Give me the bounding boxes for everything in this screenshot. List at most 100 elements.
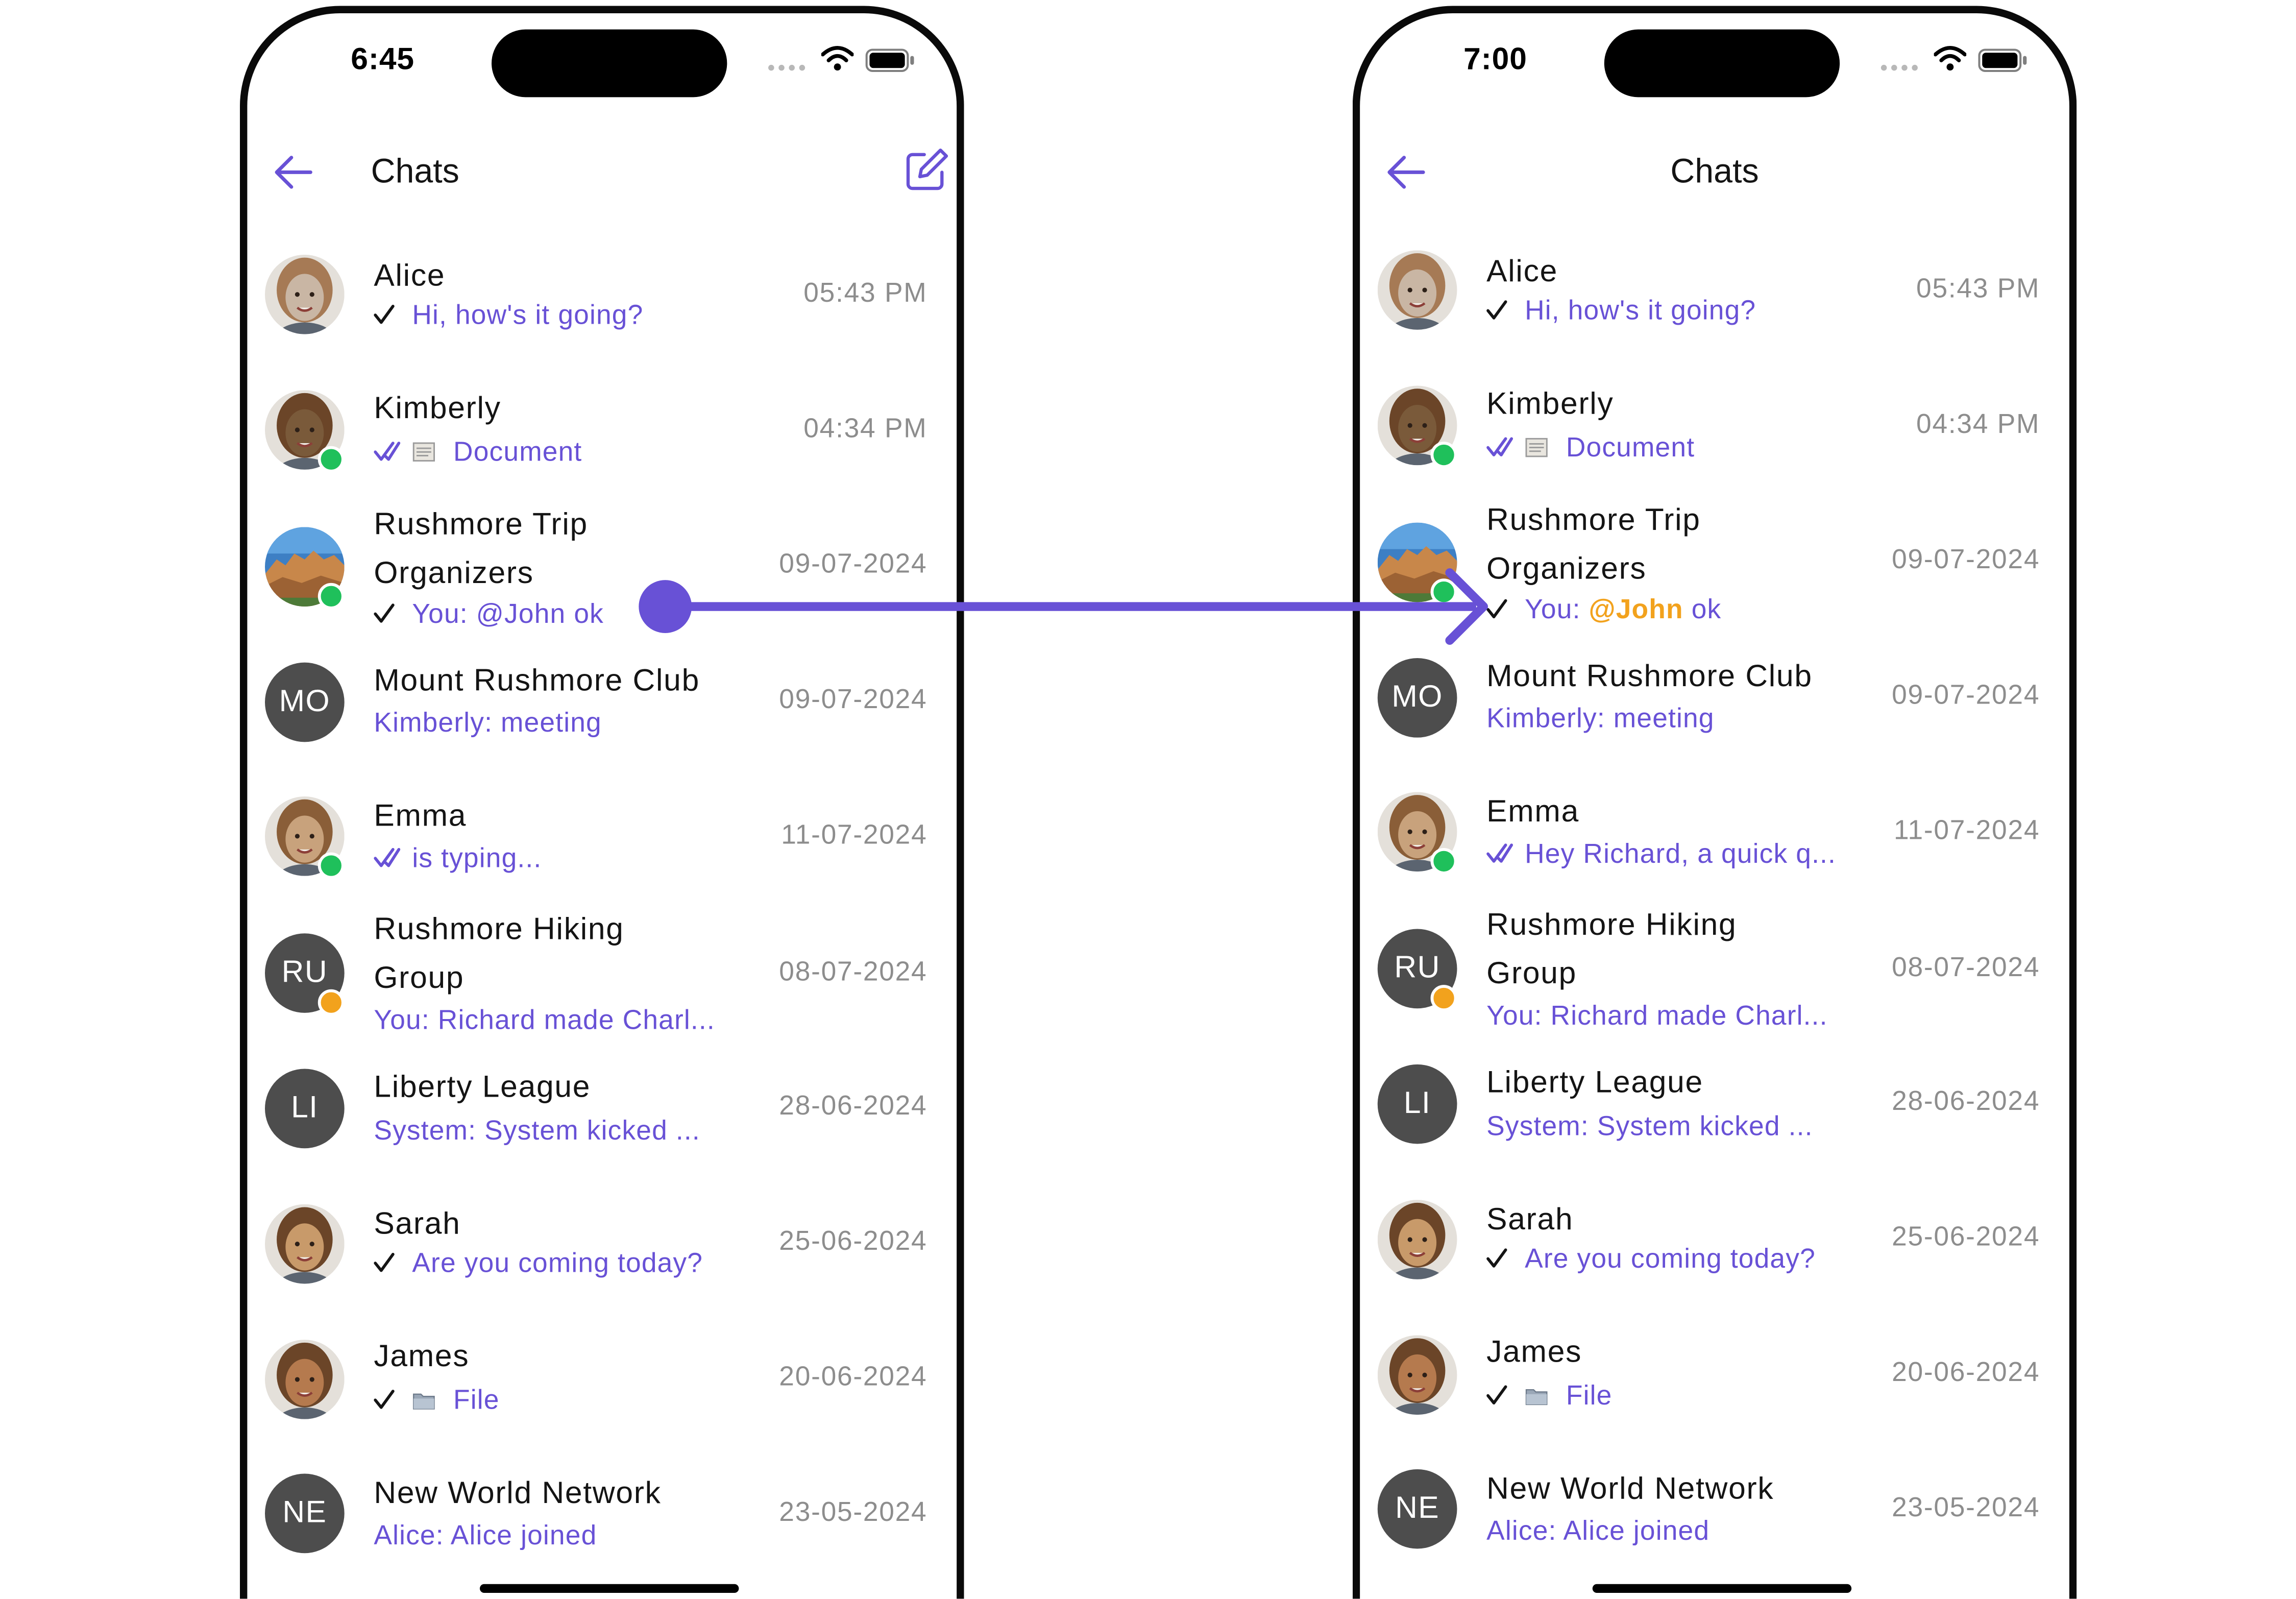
chat-last-message: Are you coming today? (1486, 1243, 1872, 1275)
mention-text: @John (1589, 593, 1683, 624)
home-indicator (1592, 1584, 1852, 1593)
online-status-badge (317, 446, 345, 473)
chat-last-message: System: System kicked ... (1486, 1110, 1872, 1142)
chat-last-message: Hi, how's it going? (1486, 295, 1872, 327)
message-text: You: Richard made Charl... (374, 1004, 715, 1035)
back-arrow-icon[interactable] (271, 150, 315, 195)
message-suffix: ok (566, 597, 604, 629)
message-text: Hey Richard, a quick q... (1525, 837, 1837, 869)
chat-name: Sarah (374, 1207, 461, 1241)
chat-name: Rushmore Trip Organizers (374, 507, 588, 591)
wifi-icon (821, 46, 854, 71)
avatar: NE (1377, 1469, 1457, 1549)
check-icon (1486, 1385, 1507, 1404)
chat-name: James (1486, 1335, 1582, 1369)
message-text: Hi, how's it going? (1525, 294, 1756, 326)
chat-name: Kimberly (1486, 387, 1614, 421)
message-suffix: ok (1683, 593, 1722, 624)
status-time: 7:00 (1463, 42, 1527, 77)
check-icon (1486, 599, 1507, 619)
chat-last-message: Document (374, 436, 759, 468)
compose-icon[interactable] (903, 146, 950, 192)
check-icon (374, 1390, 395, 1409)
lock-badge (317, 989, 345, 1016)
avatar (264, 1204, 345, 1284)
chat-last-message: You: @John ok (374, 598, 759, 630)
check-icon (374, 304, 395, 324)
dynamic-island (492, 29, 727, 98)
phone-after: 7:00 Chats Alice Hi, how's it going? 05:43… (1352, 6, 2077, 1599)
group-badge (1430, 578, 1457, 605)
chat-name: Liberty League (1486, 1065, 1703, 1100)
online-status-badge (317, 852, 345, 879)
phone-before: 6:45 Chats Alice Hi, how's it going? 05:43… (239, 6, 964, 1599)
chat-last-message: File (1486, 1379, 1872, 1412)
chat-timestamp: 05:43 PM (803, 277, 927, 308)
chat-timestamp: 20-06-2024 (779, 1360, 927, 1392)
avatar (1377, 1200, 1457, 1279)
chat-last-message: is typing... (374, 842, 759, 874)
double-check-icon (374, 847, 401, 867)
chat-last-message: System: System kicked ... (374, 1115, 759, 1147)
message-text: Kimberly: meeting (374, 707, 602, 738)
avatar (1377, 1335, 1457, 1415)
chat-name: Liberty League (374, 1070, 591, 1104)
chat-last-message: Hi, how's it going? (374, 299, 759, 331)
message-prefix: You: (412, 597, 476, 629)
double-check-icon (374, 442, 401, 461)
avatar (264, 1340, 345, 1419)
chat-timestamp: 11-07-2024 (781, 818, 927, 850)
check-icon (374, 1252, 395, 1272)
chat-timestamp: 28-06-2024 (779, 1089, 927, 1121)
chat-last-message: Alice: Alice joined (374, 1519, 759, 1552)
chat-last-message: You: @John ok (1486, 593, 1872, 625)
document-icon (412, 442, 435, 462)
avatar: LI (1377, 1064, 1457, 1144)
document-icon (1525, 438, 1548, 457)
check-icon (1486, 300, 1507, 320)
message-text: Kimberly: meeting (1486, 702, 1715, 734)
chat-name: Kimberly (374, 392, 501, 426)
chat-timestamp: 28-06-2024 (1892, 1085, 2040, 1116)
mention-text: @John (476, 597, 566, 629)
chat-name: Emma (374, 799, 467, 834)
avatar: NE (264, 1473, 345, 1554)
message-text: Are you coming today? (412, 1247, 703, 1278)
online-status-badge (1430, 442, 1457, 468)
folder-icon (413, 1393, 435, 1410)
page-title: Chats (371, 152, 459, 190)
chat-timestamp: 23-05-2024 (1892, 1491, 2040, 1522)
status-time: 6:45 (351, 42, 414, 77)
check-icon (374, 603, 395, 623)
message-text: File (1566, 1379, 1613, 1411)
chat-name: Sarah (1486, 1202, 1574, 1237)
avatar (264, 254, 345, 334)
chat-name: New World Network (1486, 1472, 1774, 1506)
wifi-icon (1934, 46, 1967, 71)
chat-name: James (374, 1340, 470, 1374)
message-text: Alice: Alice joined (374, 1519, 597, 1550)
battery-icon (865, 49, 914, 72)
chat-timestamp: 05:43 PM (1916, 272, 2040, 304)
chat-timestamp: 08-07-2024 (779, 955, 927, 987)
avatar (1377, 250, 1457, 330)
chat-last-message: You: Richard made Charl... (374, 1004, 759, 1036)
chat-timestamp: 20-06-2024 (1892, 1355, 2040, 1387)
chat-last-message: Alice: Alice joined (1486, 1515, 1872, 1547)
chat-timestamp: 09-07-2024 (1892, 679, 2040, 710)
chat-name: Mount Rushmore Club (374, 664, 700, 698)
cellular-signal-icon (768, 64, 810, 74)
check-icon (1486, 1248, 1507, 1268)
double-check-icon (1486, 437, 1513, 456)
avatar: MO (264, 662, 345, 742)
battery-icon (1978, 49, 2027, 72)
message-text: File (453, 1384, 500, 1415)
message-text: Document (1566, 431, 1695, 463)
chat-timestamp: 08-07-2024 (1892, 951, 2040, 982)
folder-icon (1525, 1389, 1548, 1406)
chat-last-message: File (374, 1384, 759, 1416)
chat-last-message: Kimberly: meeting (1486, 702, 1872, 734)
message-text: Document (453, 435, 582, 467)
lock-badge (1430, 985, 1457, 1012)
chat-timestamp: 09-07-2024 (779, 683, 927, 714)
